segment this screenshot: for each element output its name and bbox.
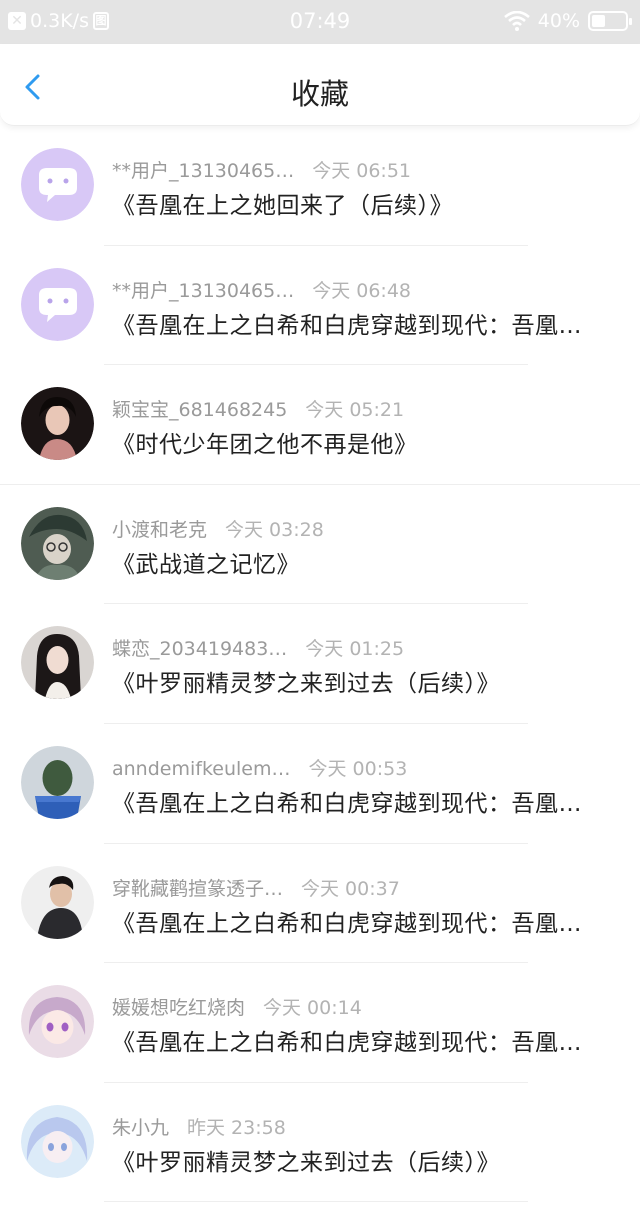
item-meta: **用户_13130465… 今天 06:48	[112, 276, 411, 303]
battery-percent: 40%	[537, 10, 580, 32]
avatar[interactable]	[21, 985, 94, 1059]
battery-icon	[588, 11, 632, 31]
avatar[interactable]	[21, 387, 94, 461]
status-right: 40%	[503, 10, 632, 32]
avatar[interactable]	[21, 1104, 94, 1178]
list-item[interactable]: anndemifkeulem… 今天 00:53 《吾凰在上之白希和白虎穿越到现代…	[0, 724, 640, 844]
story-title[interactable]: 《吾凰在上之白希和白虎穿越到现代：吾凰…	[112, 784, 612, 818]
story-title[interactable]: 《吾凰在上之她回来了（后续）》	[112, 186, 612, 220]
username[interactable]: **用户_13130465…	[112, 276, 294, 303]
avatar[interactable]	[21, 267, 94, 341]
timestamp: 今天 01:25	[305, 638, 405, 661]
list-item[interactable]: 穿靴藏鹳揎篆透子… 今天 00:37 《吾凰在上之白希和白虎穿越到现代：吾凰…	[0, 844, 640, 964]
username[interactable]: 朱小九	[112, 1113, 169, 1140]
favorites-list: **用户_13130465… 今天 06:51 《吾凰在上之她回来了（后续）》 *…	[0, 126, 640, 1203]
avatar[interactable]	[21, 865, 94, 939]
divider	[104, 1201, 528, 1203]
story-title[interactable]: 《吾凰在上之白希和白虎穿越到现代：吾凰…	[112, 1023, 612, 1057]
item-meta: anndemifkeulem… 今天 00:53	[112, 754, 407, 781]
item-meta: 媛媛想吃红烧肉 今天 00:14	[112, 993, 362, 1020]
story-title[interactable]: 《叶罗丽精灵梦之来到过去（后续）》	[112, 1143, 612, 1177]
username[interactable]: **用户_13130465…	[112, 156, 294, 183]
item-meta: 小渡和老克 今天 03:28	[112, 515, 324, 542]
username[interactable]: 小渡和老克	[112, 515, 207, 542]
timestamp: 昨天 23:58	[187, 1116, 286, 1139]
list-item[interactable]: 蝶恋_203419483… 今天 01:25 《叶罗丽精灵梦之来到过去（后续）》	[0, 604, 640, 724]
username[interactable]: anndemifkeulem…	[112, 758, 291, 780]
timestamp: 今天 00:53	[308, 757, 408, 780]
timestamp: 今天 03:28	[225, 518, 324, 541]
list-item[interactable]: 小渡和老克 今天 03:28 《武战道之记忆》	[0, 485, 640, 605]
story-title[interactable]: 《武战道之记忆》	[112, 545, 612, 579]
timestamp: 今天 06:51	[312, 160, 412, 182]
story-title[interactable]: 《叶罗丽精灵梦之来到过去（后续）》	[112, 664, 612, 698]
timestamp: 今天 05:21	[305, 399, 405, 422]
page-title: 收藏	[290, 77, 349, 111]
cactus-avatar-icon	[21, 745, 94, 819]
username[interactable]: 颖宝宝_681468245	[112, 395, 287, 422]
story-title[interactable]: 《吾凰在上之白希和白虎穿越到现代：吾凰…	[112, 904, 612, 938]
item-meta: 蝶恋_203419483… 今天 01:25	[112, 634, 404, 661]
list-item[interactable]: 媛媛想吃红烧肉 今天 00:14 《吾凰在上之白希和白虎穿越到现代：吾凰…	[0, 963, 640, 1083]
username[interactable]: 媛媛想吃红烧肉	[112, 993, 245, 1020]
item-meta: 颖宝宝_681468245 今天 05:21	[112, 395, 404, 422]
timestamp: 今天 06:48	[312, 279, 412, 302]
portrait-avatar-icon	[21, 865, 94, 939]
anime-girl-avatar-icon	[21, 985, 94, 1059]
avatar[interactable]	[21, 148, 94, 221]
story-title[interactable]: 《吾凰在上之白希和白虎穿越到现代：吾凰…	[112, 306, 612, 340]
anime-girl-avatar-icon	[21, 1104, 94, 1178]
avatar[interactable]	[21, 745, 94, 819]
battery-fill	[592, 15, 605, 27]
username[interactable]: 穿靴藏鹳揎篆透子…	[112, 874, 283, 901]
story-title[interactable]: 《时代少年团之他不再是他》	[112, 425, 612, 459]
avatar[interactable]	[21, 506, 94, 580]
timestamp: 今天 00:37	[301, 877, 400, 900]
list-item[interactable]: **用户_13130465… 今天 06:48 《吾凰在上之白希和白虎穿越到现代：…	[0, 246, 640, 366]
item-meta: 朱小九 昨天 23:58	[112, 1113, 286, 1140]
status-bar: ✕ 0.3K/s 图 07:49 40%	[0, 0, 640, 44]
item-meta: 穿靴藏鹳揎篆透子… 今天 00:37	[112, 874, 400, 901]
nav-bar: 收藏	[0, 44, 640, 126]
list-item[interactable]: 朱小九 昨天 23:58 《叶罗丽精灵梦之来到过去（后续）》	[0, 1083, 640, 1203]
username[interactable]: 蝶恋_203419483…	[112, 634, 287, 661]
chat-bubble-avatar-icon	[21, 148, 94, 221]
portrait-avatar-icon	[21, 626, 94, 700]
avatar[interactable]	[21, 626, 94, 700]
list-item[interactable]: **用户_13130465… 今天 06:51 《吾凰在上之她回来了（后续）》	[0, 126, 640, 246]
character-avatar-icon	[21, 506, 94, 580]
wifi-icon	[503, 11, 530, 31]
timestamp: 今天 00:14	[263, 997, 362, 1020]
list-item[interactable]: 颖宝宝_681468245 今天 05:21 《时代少年团之他不再是他》	[0, 365, 640, 485]
item-meta: **用户_13130465… 今天 06:51	[112, 156, 411, 183]
portrait-avatar-icon	[21, 387, 94, 461]
chat-bubble-avatar-icon	[21, 267, 94, 341]
